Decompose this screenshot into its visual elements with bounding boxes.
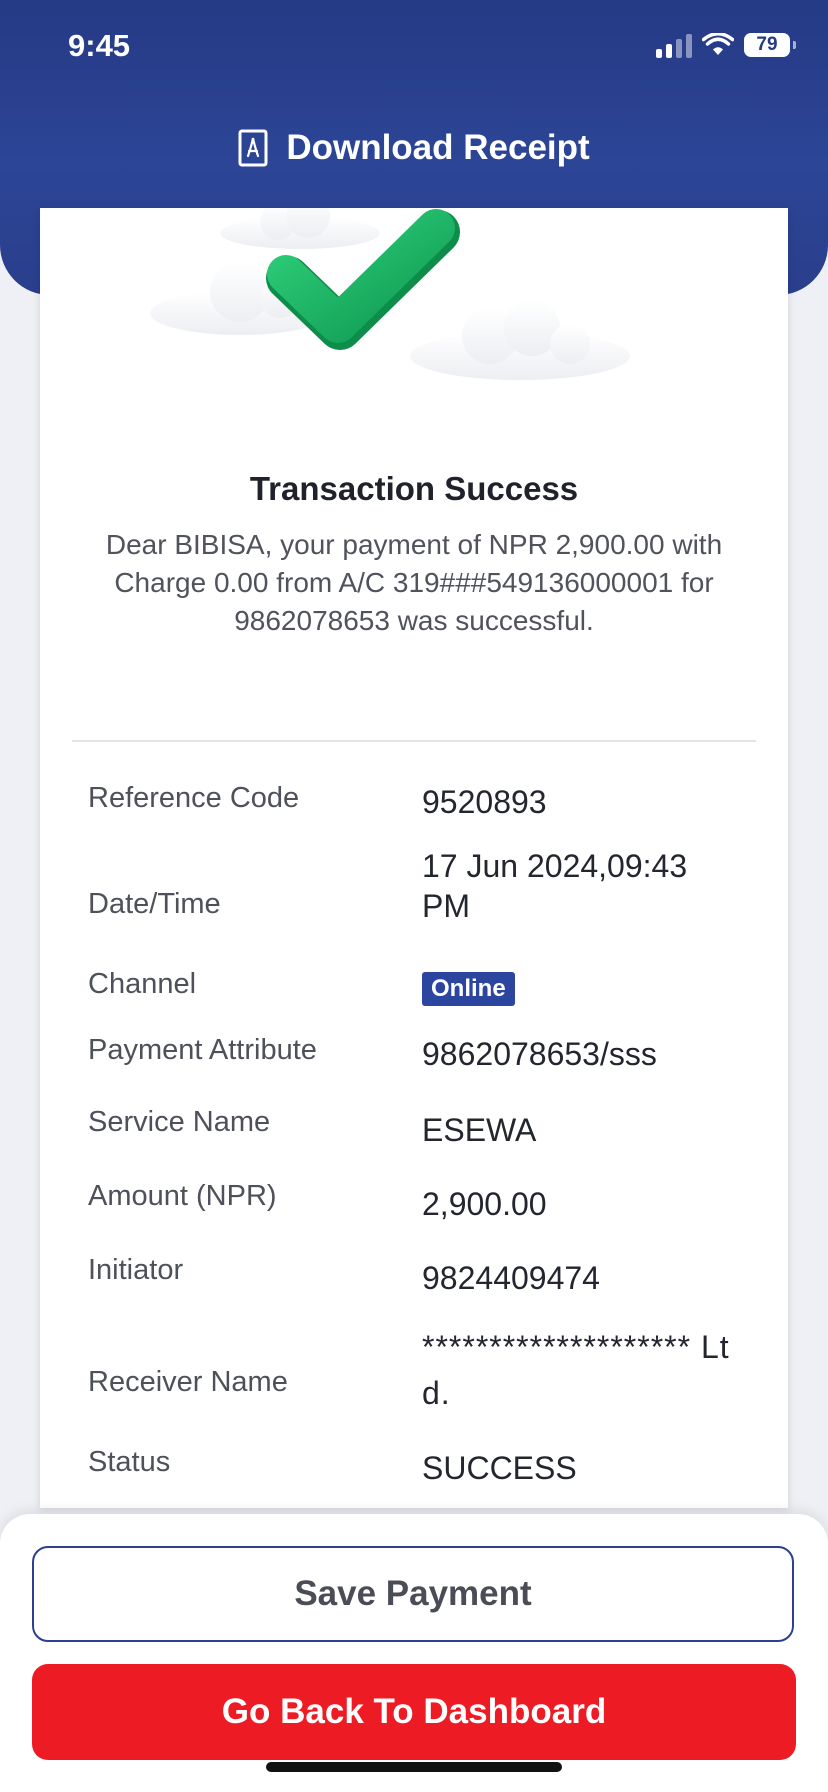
detail-label: Channel [88, 968, 197, 1000]
detail-value: SUCCESS [422, 1450, 577, 1486]
success-check-icon [150, 208, 630, 380]
detail-value: 17 Jun 2024,09:43 PM [422, 848, 688, 924]
transaction-message: Dear BIBISA, your payment of NPR 2,900.0… [105, 529, 723, 636]
home-indicator[interactable] [266, 1762, 562, 1772]
download-receipt-label: Download Receipt [286, 128, 590, 167]
go-back-dashboard-button[interactable]: Go Back To Dashboard [32, 1664, 796, 1760]
detail-label: Receiver Name [88, 1366, 288, 1398]
detail-value: 9824409474 [422, 1260, 600, 1296]
detail-label: Payment Attribute [88, 1034, 317, 1066]
detail-value: ESEWA [422, 1112, 537, 1148]
detail-label: Amount (NPR) [88, 1180, 277, 1212]
detail-value: 2,900.00 [422, 1186, 547, 1222]
detail-label: Reference Code [88, 782, 300, 814]
detail-value: 9520893 [422, 784, 547, 820]
action-sheet: Save Payment Go Back To Dashboard [0, 1514, 828, 1792]
status-icons: 79 [656, 32, 796, 58]
detail-label: Status [88, 1446, 171, 1478]
transaction-title: Transaction Success [249, 470, 579, 507]
detail-label: Initiator [88, 1254, 184, 1286]
download-receipt-button[interactable]: Download Receipt [0, 128, 828, 168]
divider [72, 740, 756, 742]
detail-label: Date/Time [88, 888, 221, 920]
status-time: 9:45 [68, 28, 131, 63]
channel-badge: Online [422, 972, 515, 1006]
cellular-signal-icon [656, 32, 692, 58]
detail-label: Service Name [88, 1106, 271, 1138]
detail-value: 9862078653/sss [422, 1036, 657, 1072]
wifi-icon [702, 33, 734, 55]
pdf-icon [238, 129, 268, 167]
battery-icon: 79 [744, 33, 796, 57]
receipt-card: Transaction Success Dear BIBISA, your pa… [40, 208, 788, 1508]
save-payment-button[interactable]: Save Payment [32, 1546, 794, 1642]
detail-value: ******************** Ltd. [422, 1329, 730, 1411]
